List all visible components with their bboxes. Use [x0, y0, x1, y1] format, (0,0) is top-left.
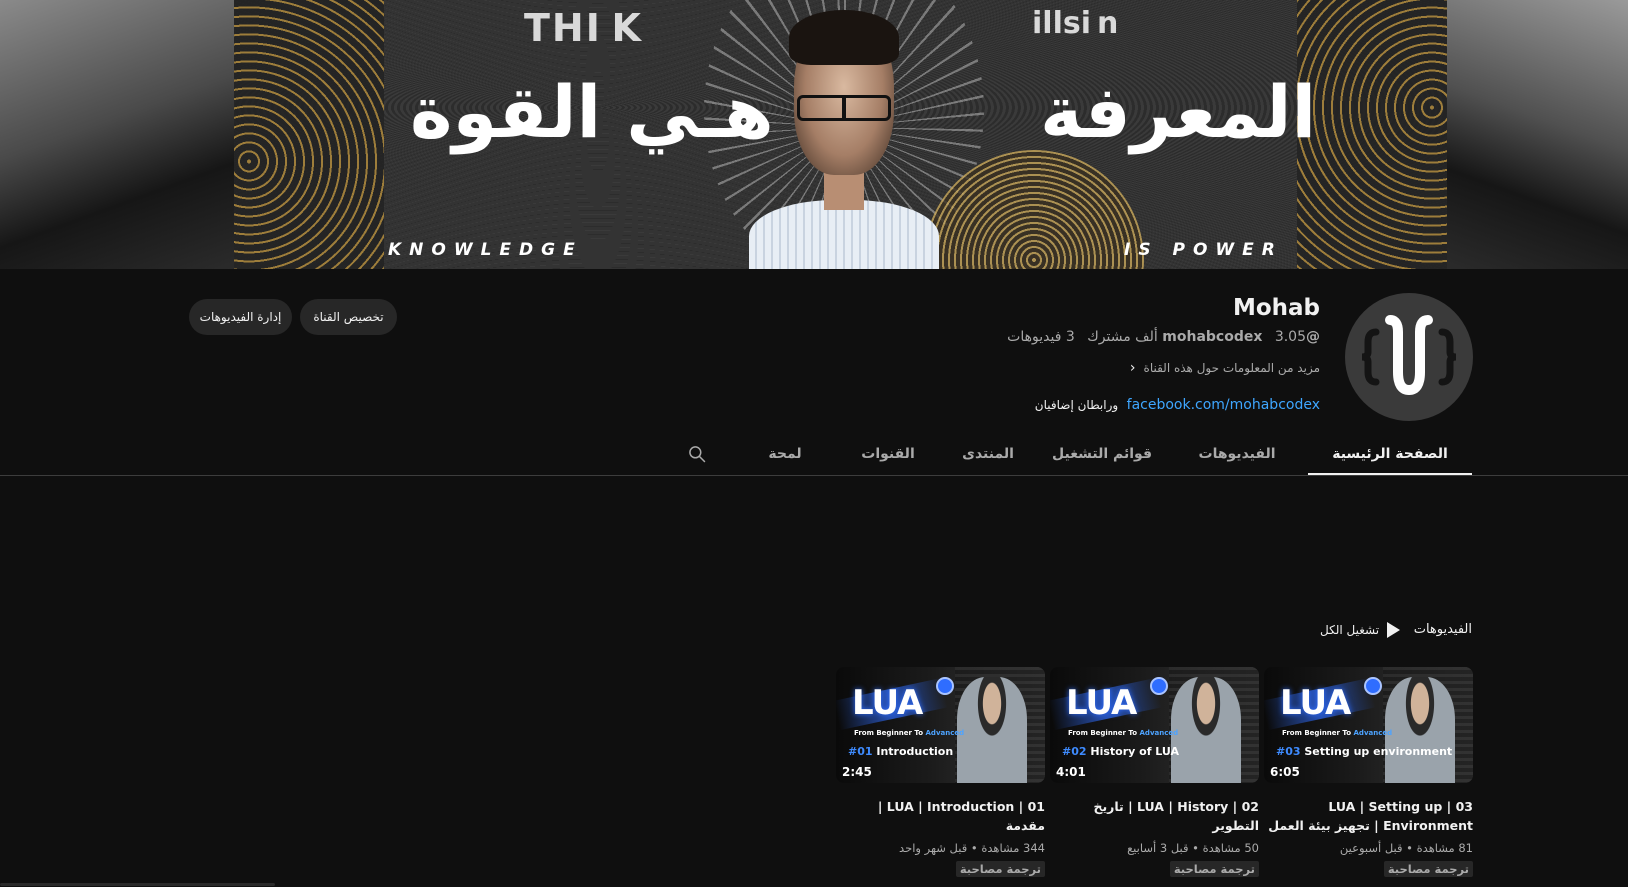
video-card[interactable]: LUA From Beginner To Advanced #01 Introd…	[836, 667, 1045, 877]
thumb-subtitle-b: Advanced	[1139, 729, 1179, 737]
video-meta: 50 مشاهدة • قبل 3 أسابيع	[1127, 841, 1259, 855]
search-icon	[689, 446, 706, 463]
banner-side-right	[1447, 0, 1628, 269]
video-age: قبل شهر واحد	[899, 841, 968, 855]
banner-portrait	[749, 10, 939, 269]
video-age: قبل أسبوعين	[1339, 841, 1403, 855]
video-meta: 81 مشاهدة • قبل أسبوعين	[1339, 841, 1473, 855]
banner-side-left	[0, 0, 234, 269]
captions-badge: ترجمة مصاحبة	[1169, 861, 1259, 877]
video-thumbnail[interactable]: LUA From Beginner To Advanced #02 Histor…	[1050, 667, 1259, 783]
thumb-person	[1171, 677, 1241, 783]
thumb-subtitle-a: From Beginner To	[854, 729, 924, 737]
thumb-episode-title: Introduction	[876, 745, 954, 758]
thumb-episode-num: #03	[1276, 745, 1301, 758]
banner-think-text: THI K	[524, 6, 643, 50]
tab-playlists[interactable]: قوائم التشغيل	[1038, 432, 1166, 476]
thumb-episode-title: Setting up environment	[1304, 745, 1453, 758]
thumb-episode: #02 History of LUA	[1062, 745, 1179, 758]
video-thumbnail[interactable]: LUA From Beginner To Advanced #03 Settin…	[1264, 667, 1473, 783]
video-card[interactable]: LUA From Beginner To Advanced #02 Histor…	[1050, 667, 1259, 877]
channel-banner: THI K illsi n هـي القوة المعرفة KNOWLEDG…	[0, 0, 1628, 269]
portrait-hair	[789, 10, 899, 65]
banner-knowledge-text: KNOWLEDGE	[388, 240, 583, 260]
tab-home[interactable]: الصفحة الرئيسية	[1308, 432, 1472, 476]
channel-links: facebook.com/mohabcodex ورابطان إضافيان	[1035, 397, 1320, 413]
more-links[interactable]: ورابطان إضافيان	[1035, 398, 1118, 412]
channel-name: Mohab	[1232, 295, 1320, 321]
tab-videos[interactable]: الفيديوهات	[1166, 432, 1308, 476]
portrait-shirt	[749, 200, 939, 269]
captions-badge: ترجمة مصاحبة	[955, 861, 1045, 877]
thumb-subtitle-b: Advanced	[1353, 729, 1393, 737]
channel-avatar[interactable]	[1345, 293, 1473, 421]
channel-more-info-label: مزيد من المعلومات حول هذه القناة	[1143, 361, 1320, 375]
channel-tabs: الصفحة الرئيسية الفيديوهات قوائم التشغيل…	[630, 432, 1472, 476]
channel-search-button[interactable]	[662, 432, 732, 476]
channel-logo-icon	[1361, 315, 1457, 396]
tabs-divider	[0, 475, 1628, 476]
tab-about[interactable]: لمحة	[732, 432, 838, 476]
tab-community[interactable]: المنتدى	[938, 432, 1038, 476]
thumb-person	[1385, 677, 1455, 783]
video-meta: 344 مشاهدة • قبل شهر واحد	[899, 841, 1045, 855]
thumb-episode-num: #02	[1062, 745, 1087, 758]
video-card[interactable]: LUA From Beginner To Advanced #03 Settin…	[1264, 667, 1473, 877]
manage-videos-button[interactable]: إدارة الفيديوهات	[189, 299, 292, 335]
thumb-subtitle: From Beginner To Advanced	[854, 729, 964, 737]
thumb-subtitle-b: Advanced	[925, 729, 965, 737]
video-duration: 6:05	[1270, 765, 1300, 779]
video-title[interactable]: 03 | LUA | Setting up Environment | تجهي…	[1264, 797, 1473, 835]
thumb-episode: #03 Setting up environment	[1276, 745, 1452, 758]
portrait-glasses	[797, 95, 891, 121]
facebook-link[interactable]: facebook.com/mohabcodex	[1127, 397, 1320, 413]
thumb-episode-title: History of LUA	[1090, 745, 1180, 758]
thumb-episode-num: #01	[848, 745, 873, 758]
channel-meta: @mohabcodex 3.05 ألف مشترك 3 فيديوهات	[1007, 329, 1320, 345]
banner-gold-pattern-left	[234, 0, 384, 269]
thumb-person	[957, 677, 1027, 783]
thumb-orb-icon	[1150, 677, 1168, 695]
channel-more-info[interactable]: مزيد من المعلومات حول هذه القناة ‹	[1130, 360, 1320, 376]
video-views: 50 مشاهدة	[1202, 841, 1259, 855]
horizontal-scrollbar[interactable]	[0, 883, 275, 886]
customize-channel-button[interactable]: تخصيص القناة	[300, 299, 397, 335]
video-title[interactable]: 01 | LUA | Introduction | مقدمة	[836, 797, 1045, 835]
banner-gold-pattern-right	[1297, 0, 1447, 269]
thumb-subtitle: From Beginner To Advanced	[1068, 729, 1178, 737]
banner-arabic-right: المعرفة	[1040, 70, 1317, 154]
thumb-lua-text: LUA	[1280, 683, 1351, 723]
thumb-subtitle-a: From Beginner To	[1282, 729, 1352, 737]
captions-badge: ترجمة مصاحبة	[1383, 861, 1473, 877]
video-views: 344 مشاهدة	[981, 841, 1045, 855]
video-thumbnail[interactable]: LUA From Beginner To Advanced #01 Introd…	[836, 667, 1045, 783]
video-duration: 4:01	[1056, 765, 1086, 779]
thumb-lua-text: LUA	[852, 683, 923, 723]
thumb-orb-icon	[1364, 677, 1382, 695]
video-age: قبل 3 أسابيع	[1127, 841, 1189, 855]
chevron-left-icon: ‹	[1129, 360, 1136, 376]
play-all-label: تشغيل الكل	[1320, 623, 1380, 637]
banner-power-text: IS POWER	[1124, 240, 1283, 260]
thumb-subtitle-a: From Beginner To	[1068, 729, 1138, 737]
video-title[interactable]: 02 | LUA | History | تاريخ التطوير	[1050, 797, 1259, 835]
thumb-orb-icon	[936, 677, 954, 695]
thumb-lua-text: LUA	[1066, 683, 1137, 723]
thumb-episode: #01 Introduction	[848, 745, 953, 758]
banner-arabic-left: هـي القوة	[410, 70, 774, 154]
portrait-neck	[824, 170, 864, 210]
tab-channels[interactable]: القنوات	[838, 432, 938, 476]
video-views: 81 مشاهدة	[1416, 841, 1473, 855]
thumb-subtitle: From Beginner To Advanced	[1282, 729, 1392, 737]
video-count: 3 فيديوهات	[1007, 329, 1075, 345]
banner-illusion-text: illsi n	[1032, 6, 1119, 41]
play-icon	[1387, 622, 1401, 638]
play-all-button[interactable]: تشغيل الكل	[1320, 622, 1401, 638]
video-duration: 2:45	[842, 765, 872, 779]
shelf-title[interactable]: الفيديوهات	[1414, 622, 1472, 637]
